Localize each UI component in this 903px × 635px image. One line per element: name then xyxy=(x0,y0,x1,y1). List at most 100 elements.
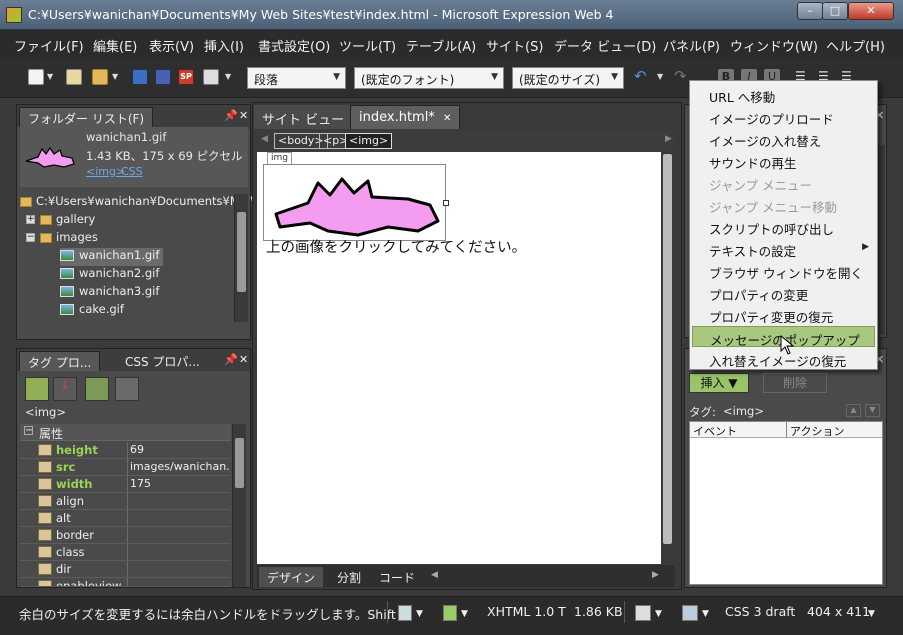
menu-item[interactable]: プロパティの変更 xyxy=(692,282,875,303)
close-icon[interactable]: ✕ xyxy=(443,113,451,124)
size-combo[interactable]: (既定のサイズ) ▼ xyxy=(512,67,624,89)
move-up-icon[interactable]: ▲ xyxy=(846,404,861,417)
col-event[interactable]: イベント xyxy=(693,423,737,439)
style-app-icon[interactable] xyxy=(443,605,457,621)
tree-root[interactable]: C:¥Users¥wanichan¥Documents¥My W xyxy=(20,194,262,212)
property-grid-scrollbar[interactable] xyxy=(232,424,246,587)
chevron-down-icon[interactable]: ▼ xyxy=(225,72,231,81)
save-icon[interactable] xyxy=(132,69,148,85)
menu-window[interactable]: ウィンドウ(W) xyxy=(730,36,818,55)
chevron-right-icon[interactable]: ▶ xyxy=(652,570,659,580)
visual-aids-icon[interactable] xyxy=(398,605,412,621)
menu-item[interactable]: URL へ移動 xyxy=(692,84,875,105)
property-row[interactable]: class xyxy=(20,544,230,561)
open-folder-icon[interactable] xyxy=(92,69,108,85)
menu-dataview[interactable]: データ ビュー(D) xyxy=(554,36,656,55)
menu-item[interactable]: プロパティ変更の復元 xyxy=(692,304,875,325)
menu-site[interactable]: サイト(S) xyxy=(486,36,543,55)
menu-item[interactable]: イメージのプリロード xyxy=(692,106,875,127)
menu-panels[interactable]: パネル(P) xyxy=(663,36,720,55)
new-doc-icon[interactable] xyxy=(66,69,82,85)
property-row[interactable]: dir xyxy=(20,561,230,578)
chevron-down-icon[interactable]: ▼ xyxy=(702,609,709,619)
preview-icon[interactable] xyxy=(203,69,219,85)
maximize-button[interactable]: □ xyxy=(822,2,848,20)
tab-design[interactable]: デザイン xyxy=(259,567,324,587)
page-dimensions[interactable]: 404 x 411 xyxy=(807,604,870,619)
delete-button[interactable]: 削除 xyxy=(763,373,827,393)
collapse-icon[interactable]: − xyxy=(26,233,35,242)
tree-item-wanichan2[interactable]: wanichan2.gif xyxy=(60,266,159,284)
tree-item-wanichan3[interactable]: wanichan3.gif xyxy=(60,284,159,302)
image-selection[interactable] xyxy=(263,164,449,241)
tab-index-html[interactable]: index.html* ✕ xyxy=(350,105,461,129)
col-action[interactable]: アクション xyxy=(790,423,844,439)
property-row[interactable]: align xyxy=(20,493,230,510)
menu-insert[interactable]: 挿入(I) xyxy=(204,36,244,55)
property-row[interactable]: height 69 xyxy=(20,442,230,459)
chevron-down-icon[interactable]: ▼ xyxy=(416,609,423,619)
chevron-left-icon[interactable]: ◀ xyxy=(261,134,268,144)
menu-file[interactable]: ファイル(F) xyxy=(14,36,84,55)
tab-css-properties[interactable]: CSS プロパ... xyxy=(117,351,208,371)
tag-properties-icon[interactable] xyxy=(115,377,139,401)
chevron-down-icon[interactable]: ▼ xyxy=(657,72,663,81)
pin-icon[interactable]: 📌 xyxy=(224,353,238,366)
close-button[interactable]: ✕ xyxy=(848,2,894,20)
property-row[interactable]: src images/wanichan... xyxy=(20,459,230,476)
tree-item-wanichan1[interactable]: wanichan1.gif xyxy=(60,248,164,266)
undo-icon[interactable]: ↶ xyxy=(634,67,650,85)
categorize-icon[interactable] xyxy=(25,377,49,401)
move-down-icon[interactable]: ▼ xyxy=(865,404,880,417)
chevron-down-icon[interactable]: ▼ xyxy=(461,609,468,619)
expand-icon[interactable]: + xyxy=(26,215,35,224)
save-all-icon[interactable] xyxy=(155,69,171,85)
page-settings-icon[interactable] xyxy=(682,605,698,621)
minimize-button[interactable]: – xyxy=(797,2,823,20)
tree-item-gallery[interactable]: + gallery xyxy=(26,212,95,230)
property-row[interactable]: border xyxy=(20,527,230,544)
sort-icon[interactable]: ↓ xyxy=(53,377,77,401)
menu-item[interactable]: イメージの入れ替え xyxy=(692,128,875,149)
menu-item[interactable]: テキストの設定 ▶ xyxy=(692,238,875,259)
tab-site-view[interactable]: サイト ビュー xyxy=(254,105,353,129)
canvas-scrollbar[interactable] xyxy=(661,152,675,564)
tab-code[interactable]: コード xyxy=(371,567,423,587)
menu-tools[interactable]: ツール(T) xyxy=(339,36,396,55)
css-level-label[interactable]: CSS 3 draft xyxy=(725,604,795,619)
tab-tag-properties[interactable]: タグ プロ... xyxy=(19,351,101,371)
close-icon[interactable]: ✕ xyxy=(239,353,248,366)
tree-item-cake[interactable]: cake.gif xyxy=(60,302,124,320)
chevron-left-icon[interactable]: ◀ xyxy=(431,570,438,580)
menu-help[interactable]: ヘルプ(H) xyxy=(826,36,885,55)
attributes-group[interactable]: − 属性 xyxy=(20,424,231,441)
chevron-down-icon[interactable]: ▼ xyxy=(112,72,118,81)
insert-button[interactable]: 挿入 ▼ xyxy=(689,373,749,393)
chevron-down-icon[interactable]: ▼ xyxy=(868,609,875,619)
ruler-icon[interactable] xyxy=(635,605,651,621)
tab-split[interactable]: 分割 xyxy=(329,567,369,587)
scroll-thumb[interactable] xyxy=(235,438,244,488)
chevron-down-icon[interactable]: ▼ xyxy=(47,72,53,81)
menu-edit[interactable]: 編集(E) xyxy=(93,36,137,55)
property-row[interactable]: enableview xyxy=(20,578,230,587)
img-tag-link[interactable]: <img> xyxy=(86,165,125,178)
new-page-icon[interactable] xyxy=(28,69,44,85)
sharepoint-icon[interactable]: SP xyxy=(178,69,194,85)
chevron-down-icon[interactable]: ▼ xyxy=(655,609,662,619)
show-set-properties-icon[interactable] xyxy=(85,377,109,401)
menu-table[interactable]: テーブル(A) xyxy=(406,36,476,55)
menu-item[interactable]: ジャンプ メニュー移動 xyxy=(692,194,875,215)
scroll-thumb[interactable] xyxy=(663,154,672,544)
menu-format[interactable]: 書式設定(O) xyxy=(258,36,330,55)
croc-image[interactable] xyxy=(268,169,443,238)
tree-item-images[interactable]: − images xyxy=(26,230,98,248)
close-icon[interactable]: ✕ xyxy=(239,109,248,122)
design-canvas[interactable]: img 上の画像をクリックしてみてください。 xyxy=(257,152,661,564)
css-link[interactable]: CSS xyxy=(121,165,143,178)
property-value[interactable]: images/wanichan... xyxy=(130,460,230,473)
menu-item[interactable]: スクリプトの呼び出し xyxy=(692,216,875,237)
scroll-thumb[interactable] xyxy=(237,212,246,292)
folder-tree-scrollbar[interactable] xyxy=(234,194,248,322)
menu-item[interactable]: サウンドの再生 xyxy=(692,150,875,171)
